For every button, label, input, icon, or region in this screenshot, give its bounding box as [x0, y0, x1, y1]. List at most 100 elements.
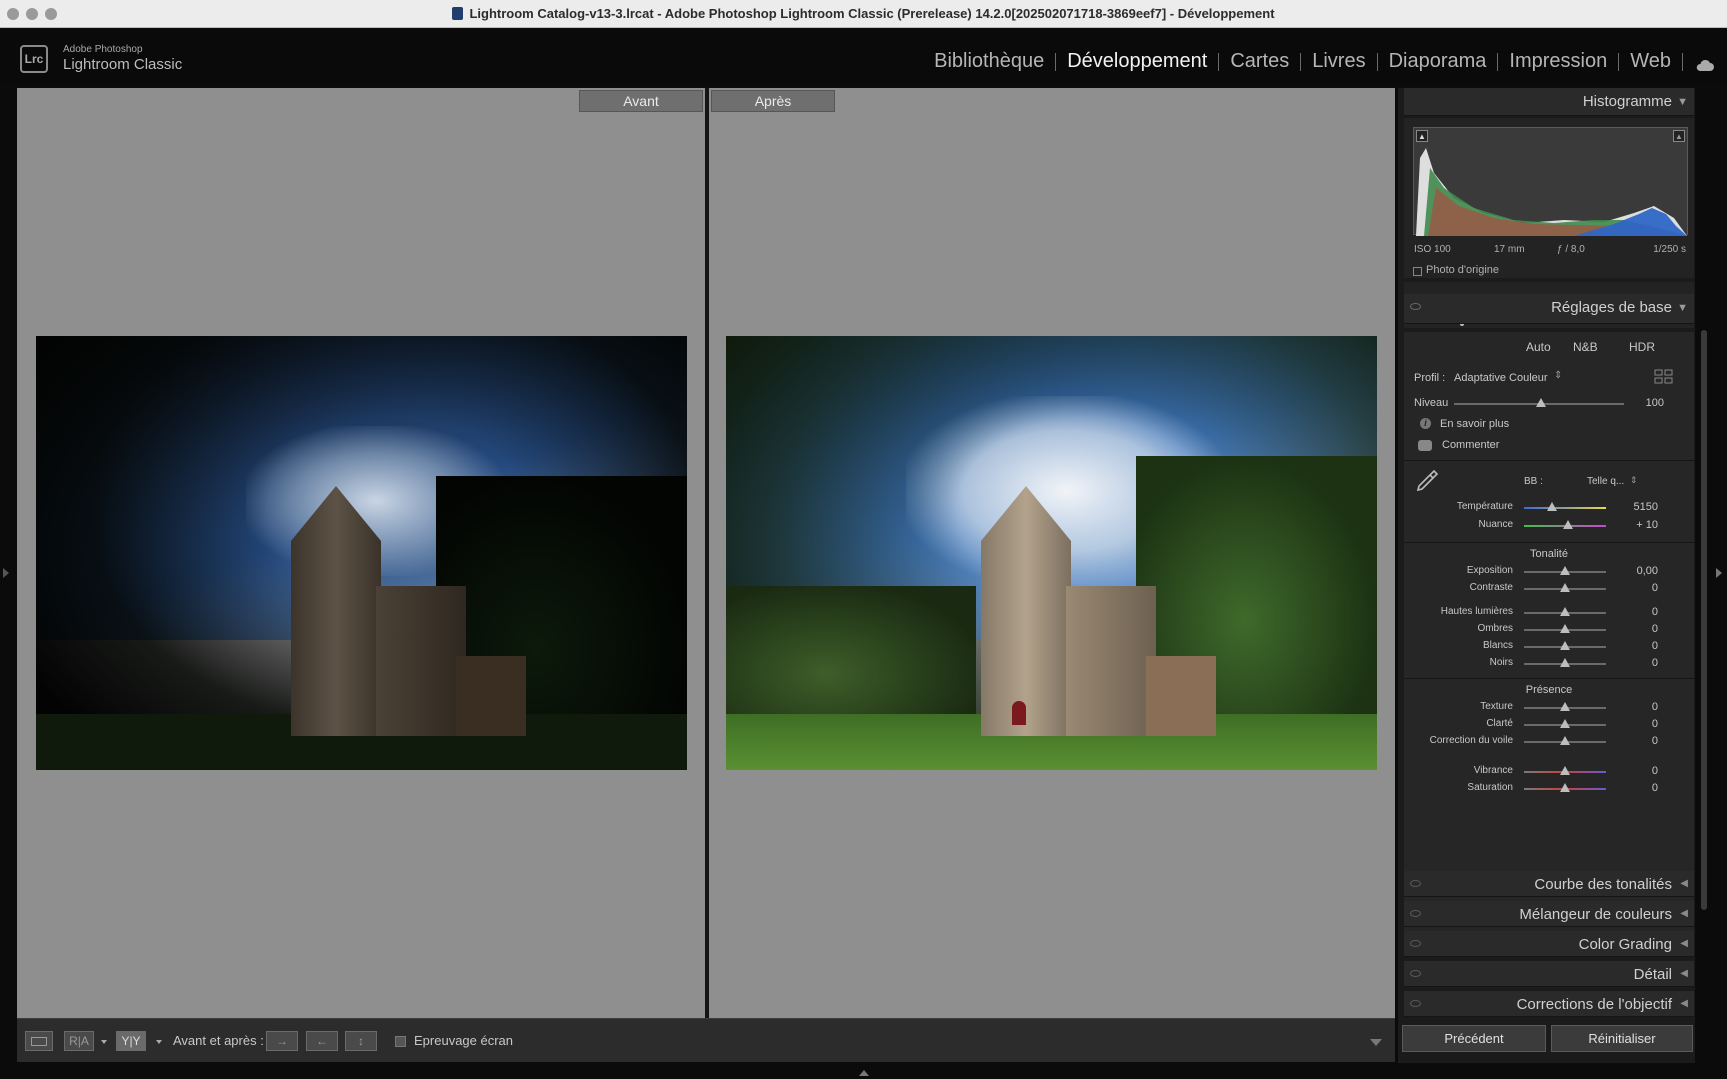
before-photo[interactable]	[36, 336, 687, 770]
panel-color-grading[interactable]: Color Grading ◀	[1404, 931, 1694, 957]
after-annex	[1146, 656, 1216, 736]
texture-slider-knob[interactable]	[1560, 702, 1570, 711]
soft-proof-checkbox[interactable]	[395, 1036, 406, 1047]
toolbar-menu-chevron-icon[interactable]	[1370, 1039, 1382, 1046]
amount-slider-knob[interactable]	[1536, 398, 1546, 407]
before-after-yy-button[interactable]: Y|Y	[116, 1031, 146, 1051]
hdr-button[interactable]: HDR	[1629, 340, 1655, 354]
comment-link[interactable]: Commenter	[1442, 439, 1499, 451]
shadows-value[interactable]: 0	[1608, 623, 1658, 635]
expand-triangle-icon[interactable]: ◀	[1680, 908, 1688, 919]
dehaze-value[interactable]: 0	[1608, 735, 1658, 747]
histogram-header[interactable]: Histogramme ▼	[1404, 88, 1694, 116]
after-photo[interactable]	[726, 336, 1377, 770]
histogram-curve	[1416, 148, 1687, 236]
wb-dropdown[interactable]: Telle q...	[1587, 476, 1624, 487]
original-photo-checkbox[interactable]	[1413, 267, 1422, 276]
expand-triangle-icon[interactable]: ◀	[1680, 938, 1688, 949]
exposure-slider-knob[interactable]	[1560, 566, 1570, 575]
clarity-slider-knob[interactable]	[1560, 719, 1570, 728]
contrast-slider-knob[interactable]	[1560, 583, 1570, 592]
saturation-slider-knob[interactable]	[1560, 783, 1570, 792]
wb-eyedropper-icon[interactable]	[1414, 468, 1440, 494]
loupe-view-button[interactable]	[25, 1031, 53, 1051]
module-impression[interactable]: Impression	[1498, 50, 1618, 73]
tint-slider-knob[interactable]	[1563, 520, 1573, 529]
panel-visibility-eye-icon[interactable]	[1410, 303, 1421, 310]
module-livres[interactable]: Livres	[1301, 50, 1376, 73]
cloud-sync-icon[interactable]	[1695, 58, 1715, 72]
chevron-down-icon[interactable]	[156, 1040, 162, 1044]
collapse-triangle-icon[interactable]: ▼	[1677, 302, 1688, 314]
right-panel-toggle-icon[interactable]	[1716, 568, 1722, 578]
dropdown-arrows-icon[interactable]: ⇕	[1554, 370, 1562, 381]
highlight-clipping-icon[interactable]: ▲	[1673, 130, 1685, 142]
auto-button[interactable]: Auto	[1526, 340, 1551, 354]
temperature-slider-knob[interactable]	[1547, 502, 1557, 511]
exposure-value[interactable]: 0,00	[1608, 565, 1658, 577]
after-church-nave	[1066, 586, 1156, 736]
panel-tone-curve[interactable]: Courbe des tonalités ◀	[1404, 871, 1694, 897]
panel-visibility-eye-icon[interactable]	[1410, 970, 1421, 977]
tint-value[interactable]: + 10	[1608, 519, 1658, 531]
texture-value[interactable]: 0	[1608, 701, 1658, 713]
info-icon[interactable]: i	[1420, 418, 1431, 429]
learn-more-link[interactable]: En savoir plus	[1440, 418, 1509, 430]
profile-browser-grid-icon[interactable]	[1654, 369, 1674, 385]
module-diaporama[interactable]: Diaporama	[1378, 50, 1498, 73]
module-bibliotheque[interactable]: Bibliothèque	[923, 50, 1055, 73]
copy-before-to-after-button[interactable]: →	[266, 1031, 298, 1051]
copy-after-to-before-button[interactable]: ←	[306, 1031, 338, 1051]
vibrance-slider-knob[interactable]	[1560, 766, 1570, 775]
panel-color-grading-title: Color Grading	[1578, 936, 1672, 953]
temperature-value[interactable]: 5150	[1608, 501, 1658, 513]
panel-visibility-eye-icon[interactable]	[1410, 880, 1421, 887]
swap-before-after-button[interactable]: ↕	[345, 1031, 377, 1051]
panel-visibility-eye-icon[interactable]	[1410, 940, 1421, 947]
dropdown-arrows-icon[interactable]: ⇕	[1630, 475, 1638, 486]
basic-panel-title: Réglages de base	[1551, 299, 1672, 316]
blacks-value[interactable]: 0	[1608, 657, 1658, 669]
reset-button[interactable]: Réinitialiser	[1551, 1025, 1693, 1052]
filmstrip-toggle-icon[interactable]	[859, 1070, 869, 1076]
vibrance-value[interactable]: 0	[1608, 765, 1658, 777]
whites-slider-knob[interactable]	[1560, 641, 1570, 650]
contrast-value[interactable]: 0	[1608, 582, 1658, 594]
module-cartes[interactable]: Cartes	[1219, 50, 1300, 73]
left-panel-toggle-icon[interactable]	[3, 568, 9, 578]
profile-dropdown[interactable]: Adaptative Couleur	[1454, 372, 1548, 384]
shadows-slider-knob[interactable]	[1560, 624, 1570, 633]
right-panel-scrollbar[interactable]	[1701, 330, 1707, 910]
panel-visibility-eye-icon[interactable]	[1410, 910, 1421, 917]
comment-bubble-icon[interactable]	[1418, 440, 1432, 451]
expand-triangle-icon[interactable]: ◀	[1680, 878, 1688, 889]
panel-lens-corrections[interactable]: Corrections de l'objectif ◀	[1404, 991, 1694, 1017]
before-after-ra-button[interactable]: R|A	[64, 1031, 94, 1051]
tone-section-title: Tonalité	[1530, 548, 1568, 560]
blacks-slider-knob[interactable]	[1560, 658, 1570, 667]
panel-visibility-eye-icon[interactable]	[1410, 1000, 1421, 1007]
histogram-graph[interactable]: ▲ ▲	[1413, 127, 1688, 236]
previous-button[interactable]: Précédent	[1402, 1025, 1546, 1052]
module-web[interactable]: Web	[1619, 50, 1682, 73]
saturation-value[interactable]: 0	[1608, 782, 1658, 794]
panel-detail[interactable]: Détail ◀	[1404, 961, 1694, 987]
contrast-label: Contraste	[1469, 582, 1513, 593]
clarity-value[interactable]: 0	[1608, 718, 1658, 730]
whites-value[interactable]: 0	[1608, 640, 1658, 652]
collapse-triangle-icon[interactable]: ▼	[1677, 96, 1688, 108]
basic-panel-header[interactable]: Réglages de base ▼	[1404, 294, 1694, 324]
expand-triangle-icon[interactable]: ◀	[1680, 998, 1688, 1009]
chevron-down-icon[interactable]	[101, 1040, 107, 1044]
highlights-slider-knob[interactable]	[1560, 607, 1570, 616]
panel-color-mixer[interactable]: Mélangeur de couleurs ◀	[1404, 901, 1694, 927]
expand-triangle-icon[interactable]: ◀	[1680, 968, 1688, 979]
lrc-logo: Lrc	[20, 45, 48, 73]
dehaze-slider-knob[interactable]	[1560, 736, 1570, 745]
shadow-clipping-icon[interactable]: ▲	[1416, 130, 1428, 142]
module-developpement[interactable]: Développement	[1056, 50, 1218, 73]
temperature-slider-track[interactable]	[1524, 507, 1606, 509]
highlights-value[interactable]: 0	[1608, 606, 1658, 618]
amount-value[interactable]: 100	[1614, 397, 1664, 409]
bw-button[interactable]: N&B	[1573, 340, 1598, 354]
